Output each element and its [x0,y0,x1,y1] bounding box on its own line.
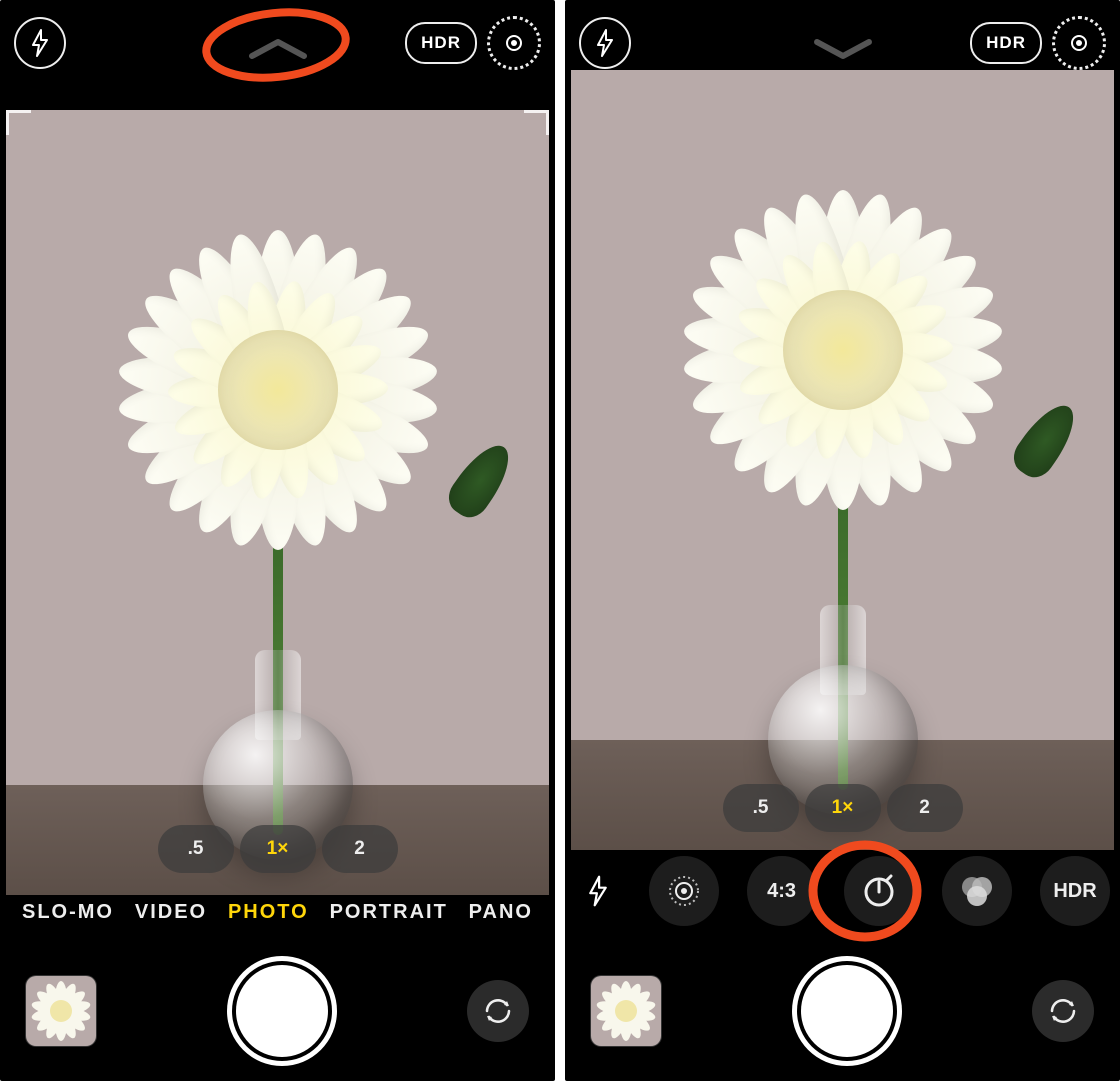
timer-icon [860,872,898,910]
zoom-1x[interactable]: 1× [805,784,881,832]
live-photo-button[interactable] [487,16,541,70]
flash-button[interactable] [579,17,631,69]
subject-flower [6,110,549,895]
bottom-bar [0,941,555,1081]
hdr-label: HDR [986,33,1026,53]
bottom-bar [565,941,1120,1081]
flip-camera-button[interactable] [1032,980,1094,1042]
mode-portrait[interactable]: PORTRAIT [330,901,448,924]
filters-icon [957,873,997,909]
zoom-wide[interactable]: .5 [158,825,234,873]
zoom-selector: .5 1× 2 [158,825,398,873]
subject-flower [571,70,1114,850]
flash-icon [587,875,609,907]
mode-selector[interactable]: SLO-MO VIDEO PHOTO PORTRAIT PANO [0,891,555,933]
aspect-label: 4:3 [767,880,796,903]
live-photo-icon [666,873,702,909]
flip-camera-icon [481,994,515,1028]
hdr-label: HDR [421,33,461,53]
live-photo-icon [502,31,526,55]
flip-camera-button[interactable] [467,980,529,1042]
flash-icon [595,29,615,57]
chevron-up-icon [246,36,310,60]
zoom-selector: .5 1× 2 [723,784,963,832]
chevron-down-icon [811,36,875,60]
timer-option[interactable] [844,856,914,926]
hdr-option-label: HDR [1053,880,1096,903]
collapse-chevron[interactable] [811,36,875,60]
hdr-button[interactable]: HDR [970,22,1042,64]
flip-camera-icon [1046,994,1080,1028]
zoom-wide[interactable]: .5 [723,784,799,832]
expand-chevron[interactable] [246,36,310,60]
aspect-option[interactable]: 4:3 [747,856,817,926]
last-photo-thumbnail[interactable] [26,976,96,1046]
mode-slomo[interactable]: SLO-MO [22,901,114,924]
flash-icon [30,29,50,57]
live-photo-icon [1067,31,1091,55]
camera-screen-collapsed: HDR .5 1× [0,0,555,1081]
mode-video[interactable]: VIDEO [135,901,207,924]
flash-button[interactable] [14,17,66,69]
zoom-1x[interactable]: 1× [240,825,316,873]
shutter-button[interactable] [801,965,893,1057]
mode-pano[interactable]: PANO [469,901,533,924]
flash-option[interactable] [575,856,621,926]
viewfinder[interactable]: .5 1× 2 [6,110,549,895]
zoom-tele[interactable]: 2 [887,784,963,832]
hdr-option[interactable]: HDR [1040,856,1110,926]
viewfinder[interactable]: .5 1× 2 [571,70,1114,850]
live-photo-option[interactable] [649,856,719,926]
shutter-button[interactable] [236,965,328,1057]
hdr-button[interactable]: HDR [405,22,477,64]
camera-options-row: 4:3 HDR [565,851,1120,931]
camera-screen-expanded: HDR .5 1× 2 [565,0,1120,1081]
filters-option[interactable] [942,856,1012,926]
zoom-tele[interactable]: 2 [322,825,398,873]
mode-photo[interactable]: PHOTO [228,901,309,924]
last-photo-thumbnail[interactable] [591,976,661,1046]
live-photo-button[interactable] [1052,16,1106,70]
